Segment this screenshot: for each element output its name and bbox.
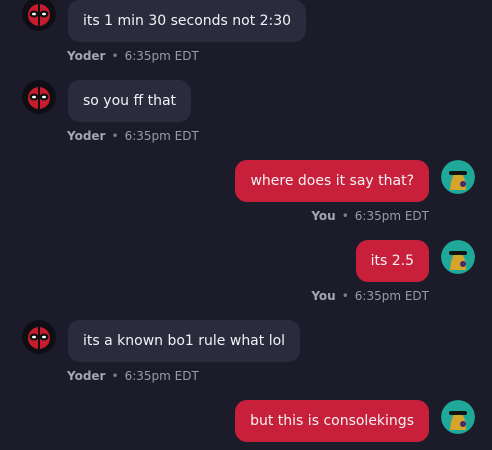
meta-separator: • <box>341 209 349 223</box>
message-meta: Yoder • 6:35pm EDT <box>67 128 199 144</box>
message-bubble[interactable]: where does it say that? <box>235 160 429 202</box>
message-row: but this is consolekings <box>0 400 492 450</box>
timestamp: 6:35pm EDT <box>124 369 199 383</box>
message-row: where does it say that? You • 6:35pm EDT <box>0 160 492 230</box>
meta-separator: • <box>341 289 349 303</box>
message-meta: You • 6:35pm EDT <box>311 208 429 224</box>
sunglasses-avatar-icon[interactable] <box>441 240 475 274</box>
deadpool-avatar-icon[interactable] <box>22 0 56 31</box>
message-meta: Yoder • 6:35pm EDT <box>67 48 199 64</box>
deadpool-avatar-icon[interactable] <box>22 320 56 354</box>
author-name[interactable]: You <box>311 289 335 303</box>
message-row: so you ff that Yoder • 6:35pm EDT <box>0 80 492 150</box>
author-name[interactable]: You <box>311 209 335 223</box>
message-row: its 1 min 30 seconds not 2:30 Yoder • 6:35… <box>0 0 492 70</box>
timestamp: 6:35pm EDT <box>124 49 199 63</box>
timestamp: 6:35pm EDT <box>354 209 429 223</box>
sunglasses-avatar-icon[interactable] <box>441 160 475 194</box>
meta-separator: • <box>111 129 119 143</box>
meta-separator: • <box>111 369 119 383</box>
message-bubble[interactable]: its 1 min 30 seconds not 2:30 <box>68 0 307 42</box>
message-bubble[interactable]: but this is consolekings <box>235 400 429 442</box>
message-bubble[interactable]: so you ff that <box>68 80 192 122</box>
message-meta: Yoder • 6:35pm EDT <box>67 368 199 384</box>
message-bubble[interactable]: its 2.5 <box>355 240 429 282</box>
timestamp: 6:35pm EDT <box>354 289 429 303</box>
author-name[interactable]: Yoder <box>67 129 105 143</box>
sunglasses-avatar-icon[interactable] <box>441 400 475 434</box>
meta-separator: • <box>111 49 119 63</box>
message-meta: You • 6:35pm EDT <box>311 288 429 304</box>
timestamp: 6:35pm EDT <box>124 129 199 143</box>
author-name[interactable]: Yoder <box>67 49 105 63</box>
chat-thread: its 1 min 30 seconds not 2:30 Yoder • 6:35… <box>0 0 492 450</box>
message-row: its 2.5 You • 6:35pm EDT <box>0 240 492 310</box>
message-row: its a known bo1 rule what lol Yoder • 6:35… <box>0 320 492 390</box>
author-name[interactable]: Yoder <box>67 369 105 383</box>
message-bubble[interactable]: its a known bo1 rule what lol <box>68 320 301 362</box>
deadpool-avatar-icon[interactable] <box>22 80 56 114</box>
